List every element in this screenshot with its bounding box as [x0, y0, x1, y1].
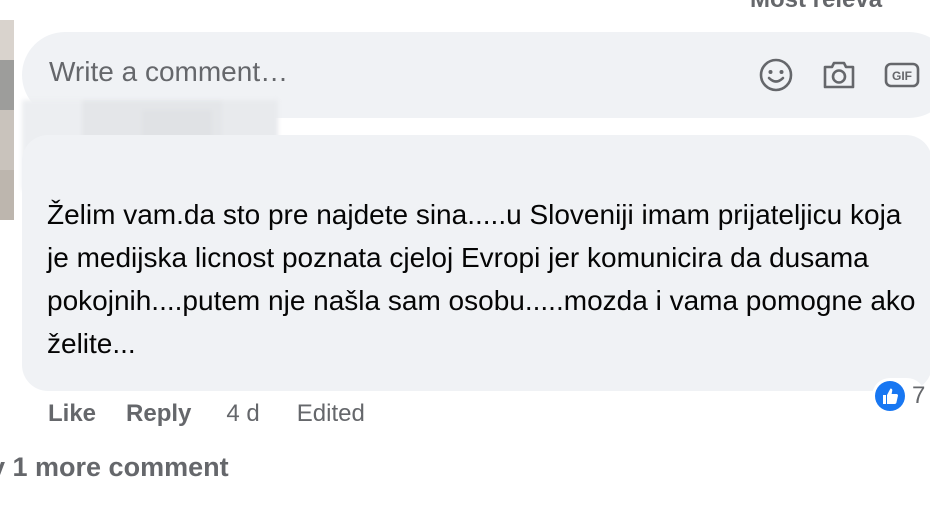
- comment-actions: Like Reply 4 d Edited: [48, 397, 365, 431]
- comment-timestamp[interactable]: 4 d: [226, 400, 259, 428]
- reaction-count: 7: [912, 382, 926, 409]
- avatar: [0, 20, 14, 220]
- emoji-icon[interactable]: [755, 54, 797, 96]
- comment-bubble: Želim vam.da sto pre najdete sina.....u …: [22, 135, 930, 391]
- reply-button[interactable]: Reply: [126, 400, 191, 428]
- like-reaction-icon: [875, 381, 905, 411]
- gif-icon[interactable]: GIF: [881, 54, 923, 96]
- camera-icon[interactable]: [818, 54, 860, 96]
- reaction-summary[interactable]: 7: [872, 378, 926, 414]
- view-more-comments-link[interactable]: v 1 more comment: [0, 452, 229, 483]
- like-button[interactable]: Like: [48, 400, 96, 428]
- sort-dropdown-label[interactable]: Most releva: [750, 0, 882, 14]
- gif-label: GIF: [892, 69, 912, 83]
- comment-text: Želim vam.da sto pre najdete sina.....u …: [47, 199, 916, 359]
- edited-label: Edited: [296, 400, 365, 427]
- comment-input[interactable]: [49, 56, 699, 88]
